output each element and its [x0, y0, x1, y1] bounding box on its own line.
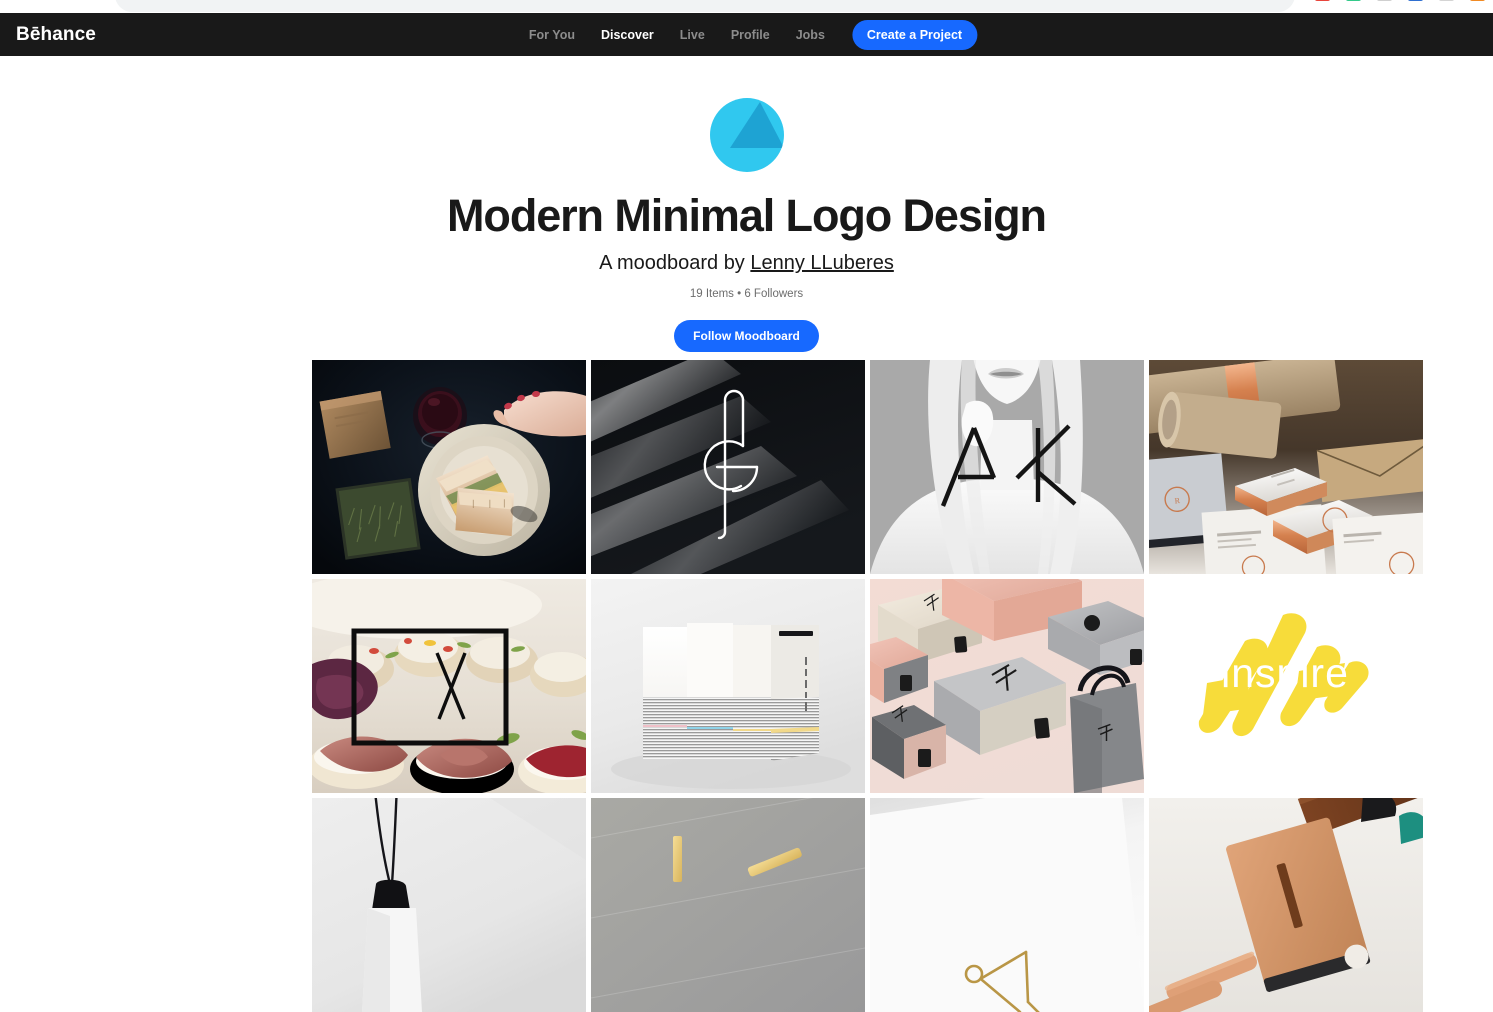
monoline-g-logo-photo — [591, 360, 865, 574]
moodboard-byline: A moodboard by Lenny LLuberes — [0, 252, 1493, 275]
moodboard-stats: 19 Items • 6 Followers — [689, 288, 804, 301]
nav-item-live[interactable]: Live — [667, 28, 718, 42]
tile-dark-food-photography[interactable] — [312, 360, 586, 574]
tile-cork-wood-branding[interactable] — [1149, 798, 1423, 1012]
white-tote-bag-photo — [312, 798, 586, 1012]
tile-white-striped-packaging[interactable] — [591, 579, 865, 793]
tile-gold-foil-logo[interactable] — [870, 798, 1144, 1012]
create-a-project-button[interactable]: Create a Project — [851, 19, 978, 50]
gold-foil-logo-photo — [870, 798, 1144, 1012]
tile-white-tote-bag[interactable] — [312, 798, 586, 1012]
tile-blush-grey-packaging[interactable] — [870, 579, 1144, 793]
ak-monogram-portrait-photo — [870, 360, 1144, 574]
follow-moodboard-button[interactable]: Follow Moodboard — [674, 320, 819, 353]
tile-ak-monogram-portrait[interactable] — [870, 360, 1144, 574]
grey-extension-icon[interactable] — [1377, 0, 1392, 1]
blush-grey-packaging-photo — [870, 579, 1144, 793]
tile-inspire-yellow-brush[interactable]: inspire — [1149, 579, 1423, 793]
header-nav: For You Discover Live Profile Jobs Creat… — [516, 19, 978, 50]
red-extension-icon[interactable] — [1315, 0, 1330, 1]
cork-wood-branding-photo — [1149, 798, 1423, 1012]
tile-monoline-g-logo[interactable] — [591, 360, 865, 574]
browser-chrome-strip — [0, 0, 1493, 13]
browser-extension-icons — [1315, 0, 1485, 1]
nav-item-for-you[interactable]: For You — [516, 28, 588, 42]
behance-header: Bēhance For You Discover Live Profile Jo… — [0, 13, 1493, 56]
byline-prefix: A moodboard by — [599, 252, 751, 275]
byline-author-link[interactable]: Lenny LLuberes — [750, 252, 893, 274]
inspire-brush-graphic: inspire — [1149, 579, 1423, 793]
moodboard-grid: R inspire — [312, 360, 1424, 1012]
nav-item-jobs[interactable]: Jobs — [783, 28, 838, 42]
white-striped-packaging-photo — [591, 579, 865, 793]
tile-copper-stationery[interactable]: R — [1149, 360, 1423, 574]
nav-item-discover[interactable]: Discover — [588, 28, 667, 42]
address-bar[interactable] — [115, 0, 1295, 12]
orange-extension-icon[interactable] — [1470, 0, 1485, 1]
copper-stationery-photo: R — [1149, 360, 1423, 574]
blue-extension-icon[interactable] — [1408, 0, 1423, 1]
canape-x-monogram-photo — [312, 579, 586, 793]
moodboard-page: Modern Minimal Logo Design A moodboard b… — [0, 56, 1493, 1012]
green-extension-icon[interactable] — [1346, 0, 1361, 1]
tile-canape-x-monogram[interactable] — [312, 579, 586, 793]
grey-extension-icon-2[interactable] — [1439, 0, 1454, 1]
dark-food-photo — [312, 360, 586, 574]
moodboard-hero: Modern Minimal Logo Design A moodboard b… — [0, 56, 1493, 353]
tile-gold-foil-strokes[interactable] — [591, 798, 865, 1012]
nav-item-profile[interactable]: Profile — [718, 28, 783, 42]
avatar-wedge-shape — [729, 102, 784, 148]
svg-text:inspire: inspire — [1221, 650, 1349, 696]
page-title: Modern Minimal Logo Design — [447, 190, 1047, 241]
gold-foil-strokes-photo — [591, 798, 865, 1012]
lenny-lluberes-avatar[interactable] — [709, 98, 784, 172]
behance-logo[interactable]: Bēhance — [16, 24, 96, 46]
